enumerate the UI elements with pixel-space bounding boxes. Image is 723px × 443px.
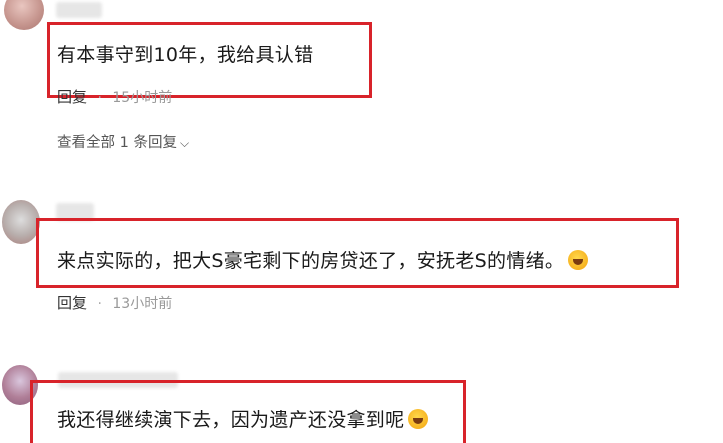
username-blurred[interactable] — [56, 2, 102, 18]
comment-text: 来点实际的，把大S豪宅剩下的房贷还了，安抚老S的情绪。 — [57, 246, 589, 273]
comment-time: 13小时前 — [112, 296, 173, 312]
chevron-down-icon: ⌵ — [179, 136, 190, 150]
separator-dot: · — [97, 296, 102, 312]
laughing-crying-emoji-icon — [408, 409, 429, 429]
comment-meta: 回复 · 13小时前 — [57, 292, 172, 313]
comment-meta: 回复 · 15小时前 — [57, 86, 172, 107]
laughing-crying-emoji-icon — [568, 250, 589, 270]
avatar[interactable] — [4, 0, 44, 30]
comment-time: 15小时前 — [112, 90, 173, 106]
comment-text-content: 来点实际的，把大S豪宅剩下的房贷还了，安抚老S的情绪。 — [57, 250, 565, 272]
comment-text: 有本事守到10年，我给具认错 — [57, 44, 314, 66]
separator-dot: · — [97, 90, 102, 106]
reply-button[interactable]: 回复 — [57, 294, 87, 312]
view-all-replies-label: 查看全部 1 条回复 — [57, 135, 177, 151]
comment-text-content: 我还得继续演下去，因为遗产还没拿到呢 — [57, 409, 405, 431]
avatar[interactable] — [2, 200, 40, 244]
view-all-replies-button[interactable]: 查看全部 1 条回复 ⌵ — [57, 131, 189, 152]
comment-text: 我还得继续演下去，因为遗产还没拿到呢 — [57, 405, 429, 432]
reply-button[interactable]: 回复 — [57, 88, 87, 106]
